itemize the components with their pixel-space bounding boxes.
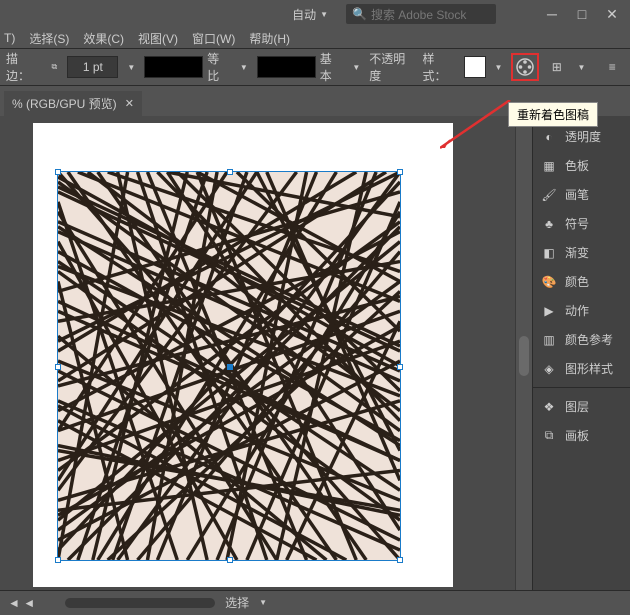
artboard [33, 123, 453, 587]
panel-graphicstyles[interactable]: ◈图形样式 [533, 354, 630, 383]
selection-handle[interactable] [55, 364, 61, 370]
brush-dropdown[interactable]: ▼ [349, 56, 363, 78]
basic-label: 基本 [320, 50, 344, 84]
selection-handle[interactable] [227, 169, 233, 175]
tab-close-icon[interactable]: ✕ [125, 97, 134, 110]
color-icon: 🎨 [541, 274, 557, 290]
scale-label: 等比 [207, 50, 231, 84]
selection-handle[interactable] [397, 169, 403, 175]
menu-effect[interactable]: 效果(C) [83, 30, 124, 47]
close-button[interactable]: ✕ [598, 4, 626, 24]
panels-dock: ◐透明度 ▦色板 🖌画笔 ♣符号 ◧渐变 🎨颜色 ▶动作 ▥颜色参考 ◈图形样式… [532, 116, 630, 590]
panel-gradient[interactable]: ◧渐变 [533, 238, 630, 267]
align-dropdown[interactable]: ▼ [575, 56, 589, 78]
selection-handle[interactable] [55, 557, 61, 563]
status-bar: ◄ ◄ 选择 ▼ [0, 590, 630, 614]
tab-title: % (RGB/GPU 预览) [12, 95, 117, 112]
selection-handle[interactable] [55, 169, 61, 175]
stroke-label: 描边： [6, 50, 41, 84]
stroke-width-dropdown[interactable]: ▼ [124, 56, 138, 78]
symbol-icon: ♣ [541, 216, 557, 232]
panel-layers[interactable]: ❖图层 [533, 392, 630, 421]
brush-icon: 🖌 [541, 187, 557, 203]
status-dropdown-icon[interactable]: ▼ [259, 598, 267, 607]
status-nav[interactable]: ◄ ◄ [8, 596, 35, 610]
play-icon: ▶ [541, 303, 557, 319]
transparency-icon: ◐ [541, 129, 557, 145]
colorguide-icon: ▥ [541, 332, 557, 348]
menu-type[interactable]: T) [4, 31, 15, 45]
opacity-label[interactable]: 不透明度 [369, 50, 416, 84]
graphicstyle-icon: ◈ [541, 361, 557, 377]
style-dropdown[interactable]: ▼ [492, 56, 506, 78]
panel-brushes[interactable]: 🖌画笔 [533, 180, 630, 209]
menu-view[interactable]: 视图(V) [138, 30, 178, 47]
panel-menu-icon[interactable]: ≡ [600, 55, 624, 79]
panel-colorguide[interactable]: ▥颜色参考 [533, 325, 630, 354]
selected-artwork[interactable] [57, 171, 401, 561]
brush-swatch[interactable] [257, 56, 316, 78]
profile-swatch[interactable] [144, 56, 203, 78]
stroke-width-input[interactable]: 1 pt [67, 56, 118, 78]
artboard-icon: ⧉ [541, 428, 557, 444]
panel-artboards[interactable]: ⧉画板 [533, 421, 630, 450]
panel-color[interactable]: 🎨颜色 [533, 267, 630, 296]
selection-handle[interactable] [227, 557, 233, 563]
style-label: 样式： [422, 50, 457, 84]
recolor-tooltip: 重新着色图稿 [508, 102, 598, 127]
control-bar: 描边： ⧉ 1 pt ▼ 等比 ▼ 基本 ▼ 不透明度 样式： ▼ ⊞ ▼ ≡ [0, 48, 630, 86]
selection-handle[interactable] [397, 364, 403, 370]
horizontal-scrollbar[interactable] [65, 598, 215, 608]
menu-select[interactable]: 选择(S) [29, 30, 69, 47]
gradient-icon: ◧ [541, 245, 557, 261]
minimize-button[interactable]: ─ [538, 4, 566, 24]
menu-bar: T) 选择(S) 效果(C) 视图(V) 窗口(W) 帮助(H) [0, 28, 630, 48]
search-input[interactable]: 🔍搜索 Adobe Stock [346, 4, 496, 24]
maximize-button[interactable]: □ [568, 4, 596, 24]
stroke-link-icon[interactable]: ⧉ [47, 56, 61, 78]
workspace-dropdown[interactable]: 自动 ▼ [284, 4, 336, 24]
style-swatch[interactable] [464, 56, 486, 78]
menu-help[interactable]: 帮助(H) [249, 30, 290, 47]
recolor-artwork-button[interactable] [511, 53, 539, 81]
profile-dropdown[interactable]: ▼ [237, 56, 251, 78]
title-bar: 自动 ▼ 🔍搜索 Adobe Stock ─ □ ✕ [0, 0, 630, 28]
align-icon[interactable]: ⊞ [545, 55, 569, 79]
panel-actions[interactable]: ▶动作 [533, 296, 630, 325]
selection-handle[interactable] [227, 364, 233, 370]
document-tab[interactable]: % (RGB/GPU 预览) ✕ [4, 91, 142, 116]
canvas-area[interactable] [0, 116, 515, 590]
swatch-icon: ▦ [541, 158, 557, 174]
menu-window[interactable]: 窗口(W) [192, 30, 235, 47]
layers-icon: ❖ [541, 399, 557, 415]
selection-handle[interactable] [397, 557, 403, 563]
status-select-label[interactable]: 选择 [225, 594, 249, 611]
vertical-scrollbar[interactable] [515, 116, 532, 590]
panel-symbols[interactable]: ♣符号 [533, 209, 630, 238]
panel-swatches[interactable]: ▦色板 [533, 151, 630, 180]
